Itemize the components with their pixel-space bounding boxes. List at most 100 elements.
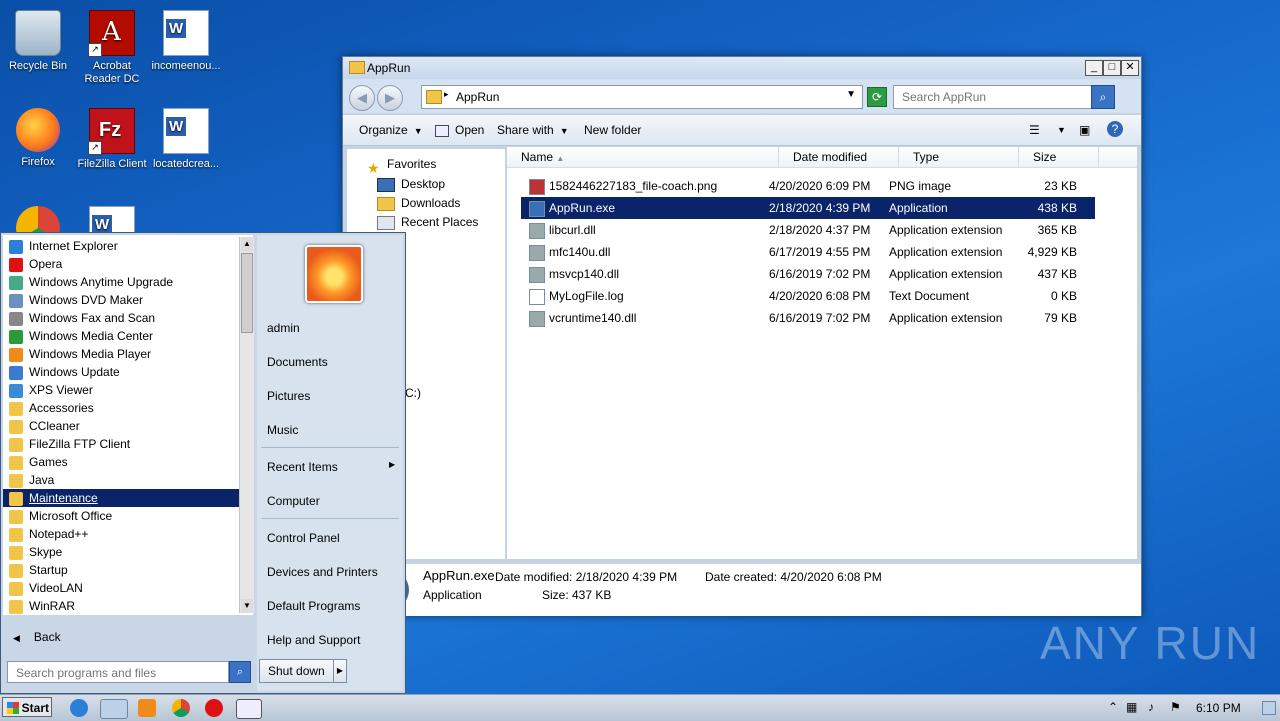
volume-icon[interactable]: ♪ bbox=[1148, 700, 1154, 714]
program-item[interactable]: WinRAR bbox=[3, 597, 239, 615]
clock[interactable]: 6:10 PM bbox=[1196, 701, 1241, 715]
show-hidden-icons-icon[interactable]: ⌃ bbox=[1108, 700, 1118, 714]
file-row[interactable]: AppRun.exe 2/18/2020 4:39 PM Application 43… bbox=[521, 197, 1095, 219]
explorer-titlebar[interactable]: AppRun _ □ ✕ bbox=[343, 57, 1141, 79]
show-desktop-button[interactable] bbox=[1262, 701, 1276, 715]
start-item-user[interactable]: admin bbox=[267, 321, 300, 335]
column-type[interactable]: Type bbox=[899, 147, 1019, 167]
program-item[interactable]: Opera bbox=[3, 255, 239, 273]
desktop-icon-locatedcrea[interactable]: locatedcrea... bbox=[148, 102, 224, 171]
user-avatar[interactable] bbox=[305, 245, 363, 303]
desktop-icon-filezilla[interactable]: ↗ FileZilla Client bbox=[74, 102, 150, 171]
file-icon bbox=[529, 266, 545, 283]
search-icon[interactable]: ⌕ bbox=[229, 661, 251, 683]
preview-pane-icon[interactable]: ▣ bbox=[1079, 123, 1090, 137]
column-size[interactable]: Size bbox=[1019, 147, 1099, 167]
shutdown-button[interactable]: Shut down ▶ bbox=[259, 659, 347, 683]
close-button[interactable]: ✕ bbox=[1121, 60, 1139, 76]
scroll-down-icon[interactable]: ▼ bbox=[241, 599, 253, 613]
file-size: 438 KB bbox=[1001, 197, 1077, 219]
nav-downloads[interactable]: Downloads bbox=[377, 194, 460, 212]
program-item[interactable]: Windows Media Player bbox=[3, 345, 239, 363]
program-item[interactable]: Java bbox=[3, 471, 239, 489]
scrollbar[interactable]: ▲ ▼ bbox=[239, 237, 254, 613]
view-options-icon[interactable]: ☰ bbox=[1029, 123, 1040, 137]
search-box[interactable]: ⌕ bbox=[893, 85, 1115, 109]
chevron-down-icon[interactable]: ▼ bbox=[846, 89, 856, 100]
start-button[interactable]: Start bbox=[2, 697, 52, 717]
breadcrumb[interactable]: AppRun bbox=[456, 90, 499, 104]
search-programs-input[interactable] bbox=[14, 665, 228, 681]
start-item-music[interactable]: Music bbox=[267, 423, 298, 437]
program-item[interactable]: CCleaner bbox=[3, 417, 239, 435]
program-item[interactable]: Windows Update bbox=[3, 363, 239, 381]
chevron-right-icon[interactable]: ▶ bbox=[333, 660, 346, 682]
start-item-recent-items[interactable]: Recent Items bbox=[267, 460, 338, 474]
chevron-down-icon[interactable]: ▼ bbox=[1057, 125, 1066, 135]
new-folder-button[interactable]: New folder bbox=[584, 123, 641, 137]
program-item[interactable]: VideoLAN bbox=[3, 579, 239, 597]
help-icon[interactable]: ? bbox=[1107, 121, 1123, 137]
program-item[interactable]: Internet Explorer bbox=[3, 237, 239, 255]
nav-favorites[interactable]: ★ Favorites bbox=[367, 155, 436, 176]
internet-explorer-icon[interactable] bbox=[70, 699, 88, 717]
forward-button[interactable]: ▶ bbox=[377, 85, 403, 111]
address-bar[interactable]: ▸ AppRun ▼ bbox=[421, 85, 863, 109]
scroll-up-icon[interactable]: ▲ bbox=[241, 237, 253, 251]
maximize-button[interactable]: □ bbox=[1103, 60, 1121, 76]
start-item-pictures[interactable]: Pictures bbox=[267, 389, 310, 403]
desktop-icon-firefox[interactable]: Firefox bbox=[0, 102, 76, 169]
start-item-computer[interactable]: Computer bbox=[267, 494, 320, 508]
program-item[interactable]: Microsoft Office bbox=[3, 507, 239, 525]
search-icon[interactable]: ⌕ bbox=[1091, 85, 1115, 109]
breadcrumb-arrow-icon[interactable]: ▸ bbox=[444, 89, 449, 100]
action-center-icon[interactable]: ⚑ bbox=[1170, 700, 1181, 714]
desktop-icon-recycle-bin[interactable]: Recycle Bin bbox=[0, 4, 76, 73]
program-item[interactable]: Notepad++ bbox=[3, 525, 239, 543]
search-programs-box[interactable] bbox=[7, 661, 229, 683]
file-row[interactable]: MyLogFile.log 4/20/2020 6:08 PM Text Docum… bbox=[521, 285, 1095, 307]
program-item[interactable]: XPS Viewer bbox=[3, 381, 239, 399]
media-player-icon[interactable] bbox=[138, 699, 156, 717]
search-input[interactable] bbox=[900, 89, 1084, 105]
network-icon[interactable]: ▦ bbox=[1126, 700, 1137, 714]
program-item[interactable]: Games bbox=[3, 453, 239, 471]
program-item[interactable]: Windows Media Center bbox=[3, 327, 239, 345]
explorer-taskbar-button[interactable] bbox=[100, 699, 128, 719]
nav-recent-places[interactable]: Recent Places bbox=[377, 213, 478, 231]
back-button[interactable]: ◀ Back bbox=[3, 625, 253, 649]
program-item[interactable]: Skype bbox=[3, 543, 239, 561]
program-item[interactable]: Windows Anytime Upgrade bbox=[3, 273, 239, 291]
nav-desktop[interactable]: Desktop bbox=[377, 175, 445, 193]
file-row[interactable]: vcruntime140.dll 6/16/2019 7:02 PM Applica… bbox=[521, 307, 1095, 329]
open-button[interactable]: Open bbox=[435, 123, 484, 137]
share-with-button[interactable]: Share with ▼ bbox=[497, 123, 569, 137]
back-button[interactable]: ◀ bbox=[349, 85, 375, 111]
organize-button[interactable]: Organize ▼ bbox=[359, 123, 423, 137]
start-item-control-panel[interactable]: Control Panel bbox=[267, 531, 340, 545]
program-item[interactable]: FileZilla FTP Client bbox=[3, 435, 239, 453]
scroll-thumb[interactable] bbox=[241, 253, 253, 333]
program-item[interactable]: Maintenance bbox=[3, 489, 239, 507]
file-row[interactable]: 1582446227183_file-coach.png 4/20/2020 6:… bbox=[521, 175, 1095, 197]
start-item-help-support[interactable]: Help and Support bbox=[267, 633, 360, 647]
start-item-default-programs[interactable]: Default Programs bbox=[267, 599, 360, 613]
file-row[interactable]: mfc140u.dll 6/17/2019 4:55 PM Application … bbox=[521, 241, 1095, 263]
column-date-modified[interactable]: Date modified bbox=[779, 147, 899, 167]
refresh-button[interactable]: ⟳ bbox=[867, 87, 887, 107]
task-manager-icon[interactable] bbox=[236, 699, 262, 719]
program-item[interactable]: Accessories bbox=[3, 399, 239, 417]
file-row[interactable]: msvcp140.dll 6/16/2019 7:02 PM Application… bbox=[521, 263, 1095, 285]
desktop-icon-acrobat[interactable]: ↗ Acrobat Reader DC bbox=[74, 4, 150, 86]
desktop-icon-incomeenou[interactable]: incomeenou... bbox=[148, 4, 224, 73]
start-item-documents[interactable]: Documents bbox=[267, 355, 328, 369]
opera-icon[interactable] bbox=[205, 699, 223, 717]
file-row[interactable]: libcurl.dll 2/18/2020 4:37 PM Application … bbox=[521, 219, 1095, 241]
program-item[interactable]: Windows Fax and Scan bbox=[3, 309, 239, 327]
start-item-devices-printers[interactable]: Devices and Printers bbox=[267, 565, 378, 579]
chrome-icon[interactable] bbox=[172, 699, 190, 717]
program-item[interactable]: Windows DVD Maker bbox=[3, 291, 239, 309]
minimize-button[interactable]: _ bbox=[1085, 60, 1103, 76]
program-item[interactable]: Startup bbox=[3, 561, 239, 579]
column-name[interactable]: Name ▲ bbox=[507, 147, 779, 167]
